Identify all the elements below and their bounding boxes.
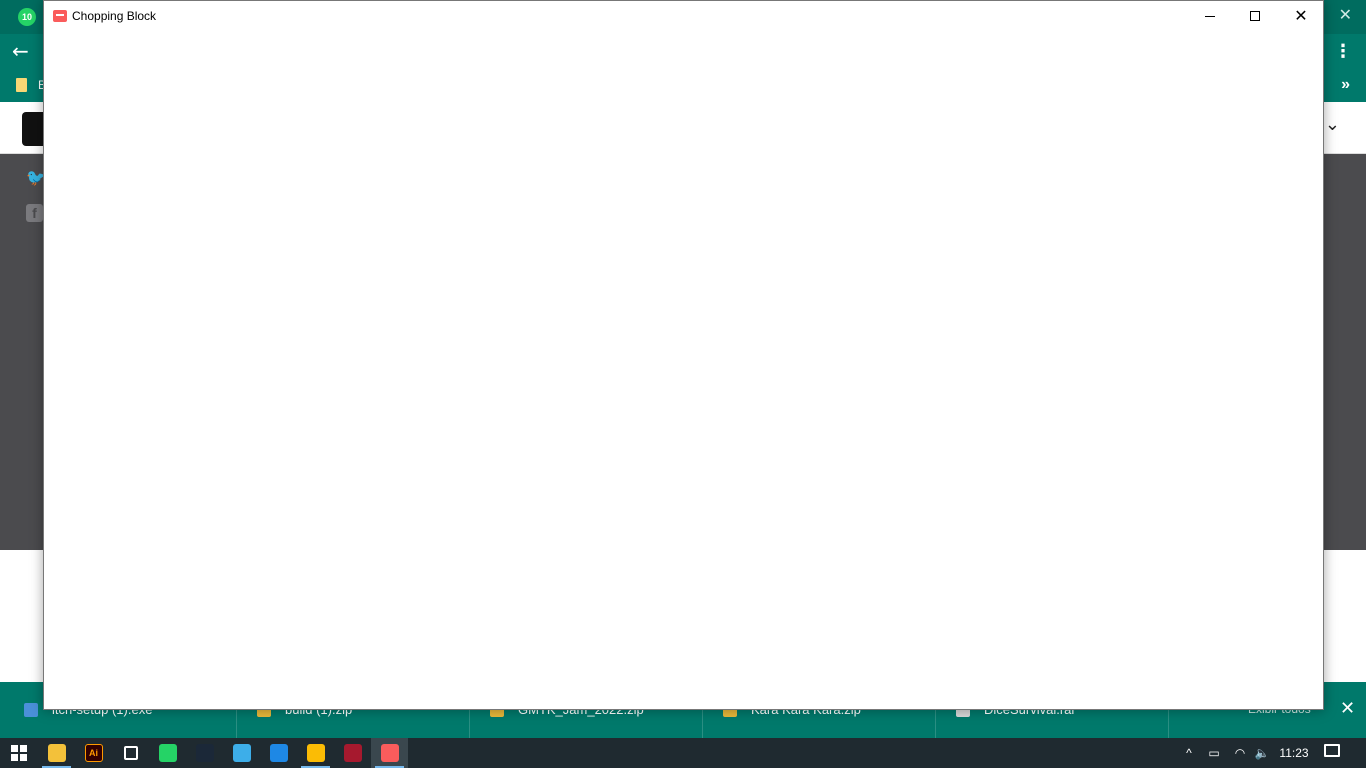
itch-logo-icon[interactable] (22, 112, 44, 146)
maximize-button[interactable] (1232, 1, 1278, 31)
wifi-icon[interactable]: ◠ (1230, 738, 1250, 768)
taskbar-app-button[interactable] (334, 738, 371, 768)
unity-icon (123, 746, 138, 760)
twitter-icon[interactable]: 🐦 (26, 168, 46, 187)
window-title: Chopping Block (72, 9, 157, 23)
taskbar-app-button[interactable] (223, 738, 260, 768)
chevron-up-icon[interactable]: ^ (1180, 738, 1198, 768)
chevron-down-icon[interactable]: ⌄ (1325, 114, 1340, 135)
taskbar-app-button[interactable] (112, 738, 149, 768)
illustrator-icon: Ai (84, 744, 103, 762)
whatsapp-tab-icon[interactable]: 10 (18, 8, 36, 26)
battery-icon[interactable]: ▭ (1204, 738, 1224, 768)
windows-logo-icon (10, 745, 27, 761)
window-title-bar[interactable]: Chopping Block ✕ (44, 1, 1323, 31)
minimize-icon (1205, 15, 1215, 17)
taskbar-app-button[interactable] (186, 738, 223, 768)
taskbar-app-button[interactable] (38, 738, 75, 768)
taskbar-app-button[interactable] (297, 738, 334, 768)
bookmarks-overflow-icon[interactable]: » (1341, 76, 1350, 94)
itch-app-icon (53, 10, 67, 22)
taskbar-app-button[interactable]: Ai (75, 738, 112, 768)
minimize-button[interactable] (1187, 1, 1233, 31)
blender-bird-icon (269, 744, 288, 762)
start-button[interactable] (0, 738, 37, 768)
chopping-block-window: Chopping Block ✕ (43, 0, 1324, 710)
close-downloads-icon[interactable]: ✕ (1340, 698, 1355, 719)
window-content-area (44, 31, 1323, 709)
itch-icon (380, 744, 399, 762)
browser-close-icon[interactable]: ✕ (1339, 5, 1352, 24)
clock[interactable]: 11:23 (1274, 738, 1314, 768)
file-explorer-icon (47, 744, 66, 762)
taskbar-app-button[interactable] (260, 738, 297, 768)
tab-badge: 10 (21, 12, 32, 22)
notifications-icon[interactable] (1322, 744, 1342, 762)
steam-icon (195, 744, 214, 762)
maximize-icon (1250, 11, 1260, 21)
close-button[interactable]: ✕ (1278, 1, 1324, 31)
taskbar-app-button[interactable] (149, 738, 186, 768)
more-options-icon[interactable]: ⋮ (1334, 41, 1352, 62)
facebook-icon[interactable]: f (26, 204, 43, 222)
windows-taskbar: ^ ▭ ◠ 🔈 11:23 Ai (0, 738, 1366, 768)
installer-icon (24, 703, 38, 717)
chrome-icon (306, 744, 325, 762)
mendeley-icon (343, 744, 362, 762)
volume-icon[interactable]: 🔈 (1252, 738, 1272, 768)
krita-icon (232, 744, 251, 762)
taskbar-app-button[interactable] (371, 738, 408, 768)
back-arrow-icon[interactable]: ← (12, 39, 29, 63)
whatsapp-icon (158, 744, 177, 762)
bookmark-folder-icon[interactable] (16, 78, 27, 92)
close-icon: ✕ (1294, 6, 1308, 25)
